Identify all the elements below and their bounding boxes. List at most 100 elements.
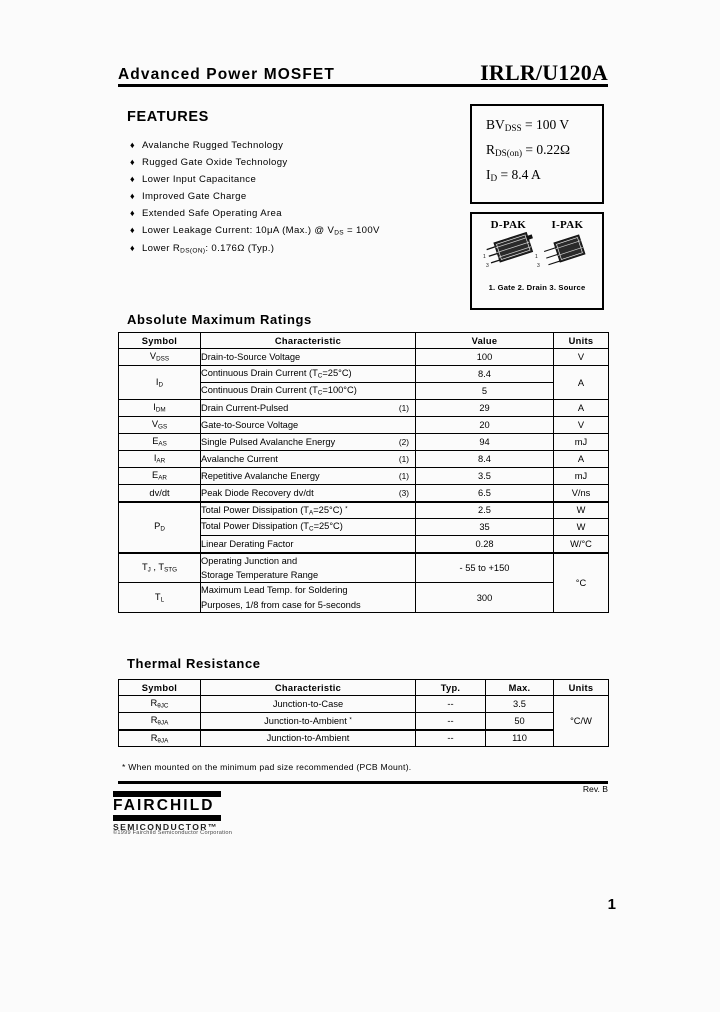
- feature-item: ♦ Avalanche Rugged Technology: [130, 140, 450, 151]
- column-header-symbol: Symbol: [118, 332, 201, 349]
- row-symbol: RθJC: [118, 695, 201, 713]
- row-symbol: RθJA: [118, 712, 201, 730]
- feature-item-label: Extended Safe Operating Area: [141, 208, 282, 220]
- row-units: V: [553, 416, 609, 434]
- row-typ-value: --: [415, 728, 486, 747]
- row-value: 100: [415, 348, 554, 366]
- fairchild-logo: FAIRCHILD SEMICONDUCTOR™: [113, 791, 225, 832]
- logo-bar-bottom: [113, 814, 221, 821]
- features-list: ♦ Avalanche Rugged Technology ♦ Rugged Gate…: [130, 140, 450, 261]
- row-symbol: TL: [118, 582, 201, 614]
- row-value: 35: [415, 518, 554, 536]
- table-row: PD Total Power Dissipation (TA=25°C) * 2.5…: [118, 500, 609, 553]
- row-value: 29: [415, 399, 554, 417]
- row-value: 8.4: [415, 450, 554, 468]
- row-symbol: IDM: [118, 399, 201, 417]
- feature-item-label: Improved Gate Charge: [141, 191, 247, 203]
- row-typ-value: --: [415, 695, 486, 713]
- table-header-row: Symbol Characteristic Typ. Max. Units: [118, 679, 609, 696]
- svg-text:1: 1: [535, 254, 538, 260]
- row-characteristic: Junction-to-Ambient: [200, 728, 416, 747]
- row-symbol: RθJA: [118, 728, 201, 747]
- package-pin-caption: 1. Gate 2. Drain 3. Source: [488, 283, 586, 292]
- features-heading: FEATURES: [127, 109, 209, 125]
- row-typ-value: --: [415, 712, 486, 730]
- part-number: IRLR/U120A: [480, 60, 608, 85]
- row-characteristic: Peak Diode Recovery dv/dt (3): [200, 484, 416, 502]
- table-row: RθJC Junction-to-Case -- 3.5 °C/W: [118, 695, 609, 747]
- column-header-characteristic: Characteristic: [200, 332, 416, 349]
- key-spec-line: RDS(on) = 0.22Ω: [486, 142, 571, 159]
- row-units: °C/W: [553, 695, 609, 747]
- row-value: 3.5: [415, 467, 554, 485]
- svg-text:1: 1: [483, 254, 486, 260]
- package-art-svg: 1 3 1 3: [483, 231, 586, 269]
- key-specs-box: BVDSS = 100 V RDS(on) = 0.22Ω ID = 8.4 A: [470, 104, 604, 204]
- row-symbol: TJ , TSTG: [118, 551, 201, 584]
- table-row: IAR Avalanche Current (1) 8.4 A: [118, 450, 609, 468]
- thermal-footnote: * When mounted on the minimum pad size r…: [122, 762, 412, 772]
- row-characteristic: Drain-to-Source Voltage: [200, 348, 416, 366]
- package-names: D-PAK I-PAK: [472, 214, 602, 231]
- column-header-units: Units: [553, 332, 609, 349]
- header-title: Advanced Power MOSFET: [118, 66, 335, 83]
- row-units: mJ: [553, 433, 609, 451]
- logo-wordmark: FAIRCHILD: [113, 797, 215, 814]
- row-symbol: PD: [118, 500, 201, 553]
- row-characteristic: Operating Junction and Storage Temperatur…: [200, 551, 416, 584]
- row-symbol: IAR: [118, 450, 201, 468]
- feature-item-label: Avalanche Rugged Technology: [141, 140, 284, 151]
- row-characteristic: Linear Derating Factor: [200, 535, 416, 553]
- thermal-section-title: Thermal Resistance: [127, 656, 261, 671]
- feature-item-label: Lower Input Capacitance: [141, 174, 257, 186]
- row-characteristic: Continuous Drain Current (TC=25°C): [200, 365, 416, 383]
- column-header-max: Max.: [485, 679, 554, 696]
- package-drawings: 1 3 1 3: [472, 231, 602, 283]
- feature-item: ♦ Lower Leakage Current: 10μA (Max.) @ VD…: [130, 225, 450, 236]
- row-characteristic: Drain Current-Pulsed (1): [200, 399, 416, 417]
- row-units: W/°C: [553, 535, 609, 553]
- row-value: 20: [415, 416, 554, 434]
- package-outline-box: D-PAK I-PAK 1 3 1 3 1. Gate 2. Drain 3. …: [470, 212, 604, 310]
- row-symbol: EAS: [118, 433, 201, 451]
- datasheet-page: Advanced Power MOSFET IRLR/U120A FEATURE…: [0, 0, 720, 1012]
- table-row: VGS Gate-to-Source Voltage 20 V: [118, 416, 609, 434]
- table-row: EAS Single Pulsed Avalanche Energy (2) 94 mJ: [118, 433, 609, 451]
- absolute-maximum-ratings-table: Symbol Characteristic Value Units VDSS Drain-…: [118, 332, 609, 614]
- row-symbol: VDSS: [118, 348, 201, 366]
- row-units: A: [553, 450, 609, 468]
- row-max-value: 50: [485, 712, 554, 730]
- feature-item: ♦ Lower RDS(ON): 0.176Ω (Typ.): [130, 243, 450, 254]
- feature-item: ♦ Extended Safe Operating Area: [130, 208, 450, 219]
- row-symbol: VGS: [118, 416, 201, 434]
- feature-item: ♦ Improved Gate Charge: [130, 191, 450, 202]
- table-row: VDSS Drain-to-Source Voltage 100 V: [118, 348, 609, 366]
- table-row: IDM Drain Current-Pulsed (1) 29 A: [118, 399, 609, 417]
- row-characteristic: Junction-to-Ambient *: [200, 712, 416, 730]
- column-header-typ: Typ.: [415, 679, 486, 696]
- table-row: EAR Repetitive Avalanche Energy (1) 3.5 mJ: [118, 467, 609, 485]
- feature-item: ♦ Rugged Gate Oxide Technology: [130, 157, 450, 168]
- key-spec-line: ID = 8.4 A: [486, 167, 541, 184]
- column-header-symbol: Symbol: [118, 679, 201, 696]
- column-header-value: Value: [415, 332, 554, 349]
- row-characteristic: Gate-to-Source Voltage: [200, 416, 416, 434]
- row-value: 300: [415, 582, 554, 614]
- diamond-bullet-icon: ♦: [130, 242, 135, 253]
- row-value: 2.5: [415, 500, 554, 519]
- row-units: A: [553, 399, 609, 417]
- row-symbol: dv/dt: [118, 484, 201, 502]
- page-header: Advanced Power MOSFET IRLR/U120A: [118, 58, 608, 85]
- row-symbol: EAR: [118, 467, 201, 485]
- feature-item-label: Lower Leakage Current: 10μA (Max.) @ VDS…: [141, 225, 380, 237]
- column-header-characteristic: Characteristic: [200, 679, 416, 696]
- row-value: 8.4: [415, 365, 554, 383]
- feature-item-label: Lower RDS(ON): 0.176Ω (Typ.): [141, 242, 275, 255]
- row-characteristic: Avalanche Current (1): [200, 450, 416, 468]
- row-characteristic: Repetitive Avalanche Energy (1): [200, 467, 416, 485]
- table-row: TL Maximum Lead Temp. for Soldering Purpos…: [118, 582, 609, 614]
- svg-text:3: 3: [537, 263, 540, 269]
- copyright-notice: ©1999 Fairchild Semiconductor Corporatio…: [113, 830, 233, 836]
- row-characteristic: Total Power Dissipation (TA=25°C) *: [200, 500, 416, 519]
- row-value: - 55 to +150: [415, 551, 554, 584]
